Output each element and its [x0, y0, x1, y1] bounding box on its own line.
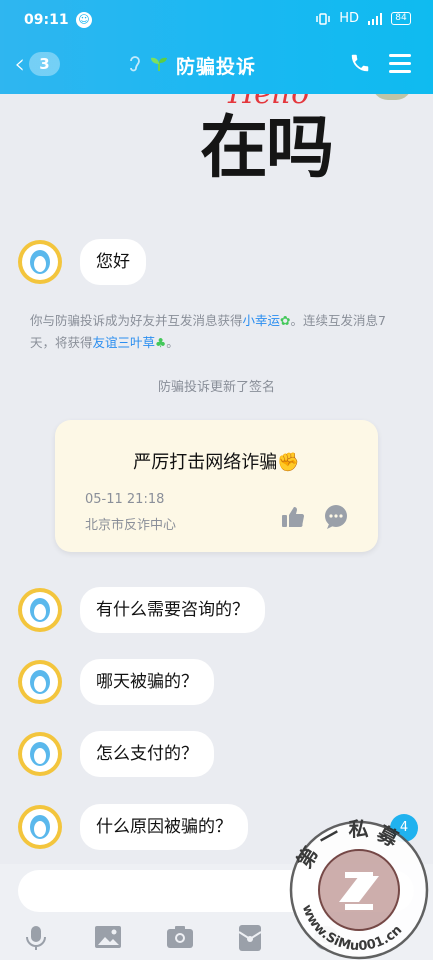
sticker-main-text: 在吗 — [200, 108, 334, 188]
red-packet-button[interactable] — [238, 924, 268, 952]
penguin-icon — [30, 250, 50, 274]
contact-avatar[interactable] — [18, 732, 62, 776]
thumbs-up-icon — [282, 507, 305, 528]
unread-badge: 3 — [29, 52, 60, 76]
clover-link[interactable]: 友谊三叶草 — [93, 335, 156, 350]
signature-card-title: 严厉打击网络诈骗✊ — [133, 452, 300, 473]
red-packet-icon — [238, 925, 262, 951]
battery-indicator: 84 — [391, 12, 411, 25]
phone-call-button[interactable] — [349, 52, 371, 78]
ear-icon — [128, 53, 142, 78]
contact-avatar[interactable] — [18, 660, 62, 704]
status-bar: 09:11 ☺ HD 84 — [0, 0, 433, 40]
image-icon — [95, 926, 121, 948]
comment-button[interactable] — [323, 504, 349, 534]
voice-button[interactable] — [24, 924, 54, 952]
message-bubble[interactable]: 有什么需要咨询的？ — [80, 587, 265, 633]
signature-update-tip: 防骗投诉更新了签名 — [157, 380, 275, 395]
penguin-icon — [30, 670, 50, 694]
chevron-left-icon: ‹ — [14, 47, 26, 80]
contact-avatar[interactable] — [18, 805, 62, 849]
fist-icon: ✊ — [277, 452, 300, 473]
chat-title-area[interactable]: 防骗投诉 — [128, 52, 256, 79]
signal-icon — [368, 12, 382, 25]
clover-icon: ♣ — [155, 335, 167, 350]
status-right: HD 84 — [315, 11, 411, 26]
watermark-stamp: 第 一 私 募 www.SiMu001.cn — [285, 812, 433, 960]
signature-date: 05-11 21:18 — [85, 492, 165, 507]
message-bubble[interactable]: 怎么支付的？ — [80, 731, 214, 777]
nav-bar: ‹ 3 防骗投诉 — [0, 42, 433, 90]
message-bubble[interactable]: 哪天被骗的？ — [80, 659, 214, 705]
comment-icon — [325, 505, 347, 529]
vibrate-icon — [316, 12, 330, 25]
message-bubble[interactable]: 什么原因被骗的？ — [80, 804, 248, 850]
sprout-icon — [150, 54, 168, 77]
phone-icon — [351, 54, 369, 72]
top-bar: 09:11 ☺ HD 84 ‹ 3 防骗投诉 — [0, 0, 433, 94]
penguin-icon — [30, 742, 50, 766]
contact-avatar[interactable] — [18, 240, 62, 284]
network-label: HD — [339, 11, 359, 26]
penguin-icon — [30, 815, 50, 839]
partial-avatar — [372, 94, 412, 100]
signature-card[interactable]: 严厉打击网络诈骗✊ 05-11 21:18 北京市反诈中心 — [55, 420, 378, 552]
smile-icon: ☺ — [76, 12, 92, 28]
friendship-notice: 你与防骗投诉成为好友并互发消息获得小幸运✿。连续互发消息7天，将获得友谊三叶草♣… — [30, 313, 386, 350]
status-time: 09:11 — [24, 12, 69, 28]
back-button[interactable]: ‹ 3 — [14, 50, 60, 78]
message-bubble[interactable]: 您好 — [80, 239, 146, 285]
image-button[interactable] — [94, 924, 124, 952]
signature-location: 北京市反诈中心 — [85, 518, 177, 533]
sprout-small-icon: ✿ — [280, 313, 291, 328]
camera-icon — [167, 926, 193, 948]
penguin-icon — [30, 598, 50, 622]
chat-title: 防骗投诉 — [176, 56, 257, 78]
like-button[interactable] — [281, 506, 305, 532]
camera-button[interactable] — [166, 924, 196, 952]
menu-button[interactable] — [389, 54, 411, 78]
chat-area[interactable]: Hello 在吗 您好 你与防骗投诉成为好友并互发消息获得小幸运✿。连续互发消息… — [0, 94, 433, 864]
lucky-link[interactable]: 小幸运 — [243, 313, 281, 328]
sticker-image: Hello 在吗 — [192, 94, 412, 204]
contact-avatar[interactable] — [18, 588, 62, 632]
microphone-icon — [26, 926, 46, 950]
